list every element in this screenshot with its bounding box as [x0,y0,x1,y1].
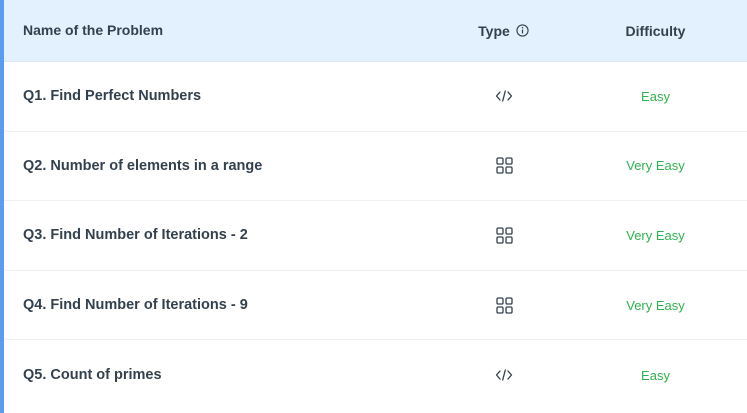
difficulty-label: Very Easy [626,227,685,243]
code-icon [495,87,513,105]
grid-icon [495,157,513,175]
table-header: Name of the Problem Type Difficulty [4,0,747,62]
table-row[interactable]: Q1. Find Perfect Numbers Easy [4,62,747,132]
problem-name[interactable]: Q5. Count of primes [23,367,162,383]
problem-name[interactable]: Q3. Find Number of Iterations - 2 [23,227,248,243]
table-row[interactable]: Q4. Find Number of Iterations - 9 Very Ea… [4,271,747,341]
difficulty-label: Very Easy [626,297,685,313]
info-icon[interactable] [516,24,530,38]
difficulty-label: Easy [641,367,670,383]
difficulty-label: Easy [641,88,670,104]
table-row[interactable]: Q3. Find Number of Iterations - 2 Very Ea… [4,201,747,271]
column-header-name: Name of the Problem [23,21,164,38]
table-row[interactable]: Q2. Number of elements in a range Very Ea… [4,132,747,202]
table-body: Q1. Find Perfect Numbers Easy Q2. Number o… [4,62,747,410]
problem-name[interactable]: Q1. Find Perfect Numbers [23,88,201,104]
table-row[interactable]: Q5. Count of primes Easy [4,340,747,410]
column-header-type: Type [478,22,510,39]
problem-name[interactable]: Q4. Find Number of Iterations - 9 [23,297,248,313]
difficulty-label: Very Easy [626,158,685,174]
grid-icon [495,296,513,314]
grid-icon [495,226,513,244]
column-header-difficulty: Difficulty [625,22,686,39]
problem-name[interactable]: Q2. Number of elements in a range [23,158,262,174]
problem-table: Name of the Problem Type Difficulty Q1. … [0,0,747,413]
code-icon [495,366,513,384]
